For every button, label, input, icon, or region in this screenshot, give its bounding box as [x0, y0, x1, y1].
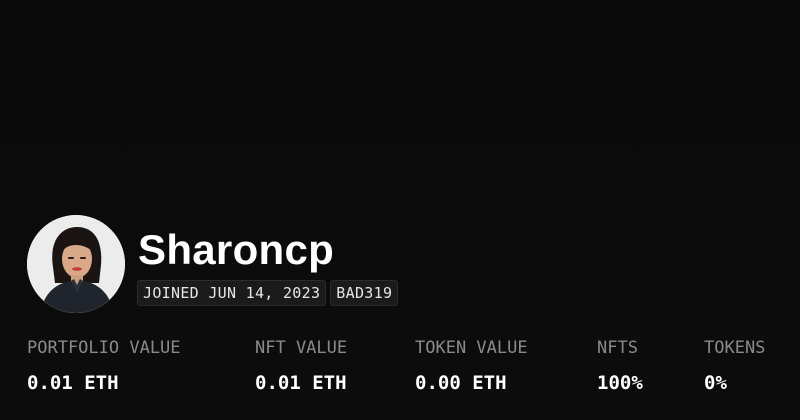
profile-badges: JOINED JUN 14, 2023 BAD319: [137, 280, 399, 306]
user-avatar-icon: [27, 215, 125, 313]
stat-value: 0%: [704, 372, 727, 394]
stat-value: 0.01 ETH: [255, 372, 347, 394]
username: Sharoncp: [138, 226, 335, 273]
profile-card: Sharoncp JOINED JUN 14, 2023 BAD319 PORT…: [0, 0, 800, 420]
stat-token-value: TOKEN VALUE 0.00 ETH: [415, 336, 528, 396]
stat-label: TOKEN VALUE: [415, 338, 528, 358]
stat-nfts-share: NFTS 100%: [597, 336, 643, 396]
stat-value: 0.01 ETH: [27, 372, 119, 394]
stat-portfolio-value: PORTFOLIO VALUE 0.01 ETH: [27, 336, 181, 396]
stat-tokens-share: TOKENS 0%: [704, 336, 765, 396]
stat-nft-value: NFT VALUE 0.01 ETH: [255, 336, 347, 396]
stat-label: NFT VALUE: [255, 338, 348, 358]
stat-label: NFTS: [597, 338, 638, 358]
user-tag-badge: BAD319: [330, 280, 399, 306]
stat-value: 100%: [597, 372, 643, 394]
joined-date-badge: JOINED JUN 14, 2023: [137, 280, 327, 306]
stat-label: PORTFOLIO VALUE: [27, 338, 181, 358]
stat-label: TOKENS: [704, 338, 766, 358]
avatar: [27, 215, 125, 313]
stat-value: 0.00 ETH: [415, 372, 507, 394]
